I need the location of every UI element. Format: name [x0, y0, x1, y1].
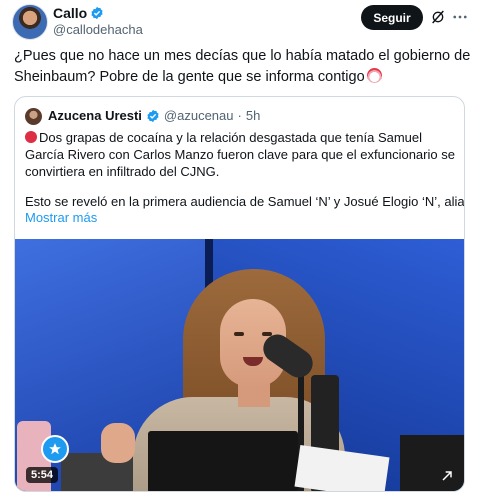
channel-logo-icon	[41, 435, 69, 463]
video-player[interactable]: 5:54	[15, 239, 464, 491]
verified-badge-icon	[91, 6, 103, 20]
verified-badge-icon	[147, 109, 159, 122]
post-text: ¿Pues que no hace un mes decías que lo h…	[14, 46, 474, 88]
quote-text-content: Dos grapas de cocaína y la relación desg…	[25, 130, 455, 179]
desk-monitor	[148, 431, 298, 491]
more-icon[interactable]	[451, 8, 469, 26]
author-handle[interactable]: @callodehacha	[53, 22, 143, 37]
post-text-content: ¿Pues que no hace un mes decías que lo h…	[14, 48, 471, 85]
clown-emoji	[366, 68, 382, 83]
quote-header: Azucena Uresti @azucenau · 5h	[48, 108, 260, 123]
quote-author-handle[interactable]: @azucenau	[164, 108, 234, 123]
video-duration-badge: 5:54	[26, 467, 59, 483]
quote-text-second-paragraph: Esto se reveló en la primera audiencia d…	[25, 194, 465, 209]
author-name-row[interactable]: Callo	[53, 5, 104, 21]
author-name[interactable]: Callo	[53, 5, 87, 21]
presenter-eye	[234, 332, 244, 336]
presenter-hand	[101, 423, 135, 463]
quote-timestamp[interactable]: 5h	[246, 108, 260, 123]
follow-button[interactable]: Seguir	[361, 5, 423, 30]
desk-monitor-right	[400, 435, 464, 491]
red-circle-emoji	[25, 131, 37, 143]
quote-author-name[interactable]: Azucena Uresti	[48, 108, 142, 123]
show-more-link[interactable]: Mostrar más	[25, 210, 97, 225]
quote-author-avatar[interactable]	[25, 108, 42, 125]
author-avatar[interactable]	[12, 4, 48, 40]
tweet-post: Callo @callodehacha Seguir ¿Pues que no …	[0, 0, 484, 493]
quote-separator: ·	[237, 108, 242, 123]
quoted-post[interactable]: Azucena Uresti @azucenau · 5h Dos grapas…	[14, 96, 465, 492]
quote-text: Dos grapas de cocaína y la relación desg…	[25, 129, 455, 180]
grok-icon[interactable]	[430, 9, 446, 25]
external-link-icon[interactable]	[439, 468, 455, 484]
